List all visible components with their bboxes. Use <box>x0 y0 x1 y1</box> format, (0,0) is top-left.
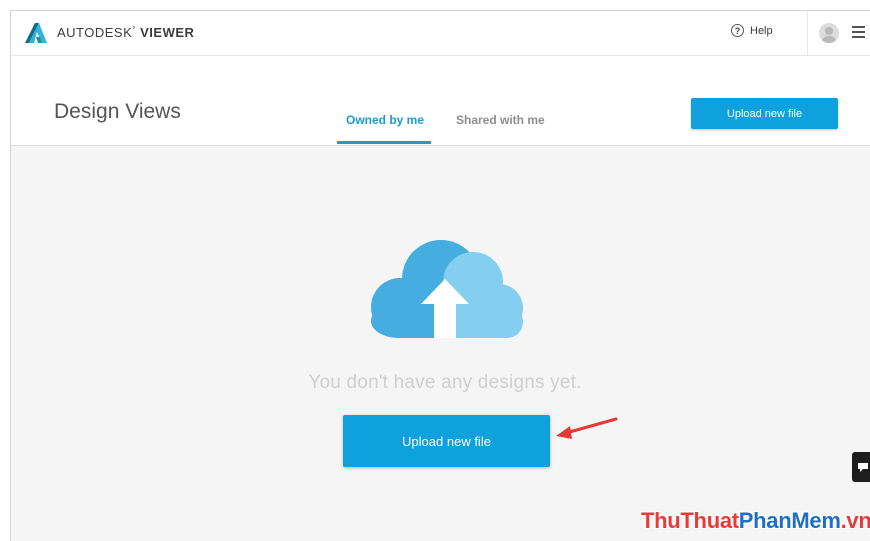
watermark: ThuThuatPhanMem.vn <box>641 508 870 534</box>
hamburger-menu-icon[interactable] <box>852 26 865 41</box>
app-window: AUTODESK° VIEWER ? Help Design Views Own… <box>10 10 870 541</box>
tab-shared-with-me[interactable]: Shared with me <box>456 113 545 127</box>
feedback-tab[interactable] <box>852 452 870 482</box>
red-arrow-icon <box>556 417 618 439</box>
watermark-part1: ThuThuat <box>641 508 739 533</box>
tab-owned-by-me[interactable]: Owned by me <box>346 113 424 127</box>
brand-viewer: VIEWER <box>140 25 195 40</box>
help-circle-icon: ? <box>731 24 744 37</box>
upload-new-file-button-header[interactable]: Upload new file <box>691 98 838 129</box>
autodesk-logo-icon[interactable] <box>25 23 47 43</box>
brand-autodesk: AUTODESK <box>57 25 133 40</box>
upload-new-file-button[interactable]: Upload new file <box>343 415 550 467</box>
topbar-divider <box>807 11 808 55</box>
feedback-icon <box>858 463 868 472</box>
cloud-upload-icon <box>371 240 523 338</box>
app-brand[interactable]: AUTODESK° VIEWER <box>57 25 194 40</box>
user-avatar-icon[interactable] <box>819 23 839 43</box>
active-tab-indicator <box>337 141 431 144</box>
empty-state-message: You don't have any designs yet. <box>308 372 582 393</box>
help-link[interactable]: ? Help <box>731 24 773 37</box>
page-title: Design Views <box>54 100 181 123</box>
top-app-bar: AUTODESK° VIEWER ? Help <box>11 11 870 56</box>
main-content: You don't have any designs yet. Upload n… <box>11 146 870 541</box>
watermark-part2: PhanMem <box>738 508 841 533</box>
help-label: Help <box>750 24 773 37</box>
page-header: Design Views Owned by me Shared with me … <box>11 56 870 146</box>
watermark-part3: .vn <box>840 508 870 533</box>
